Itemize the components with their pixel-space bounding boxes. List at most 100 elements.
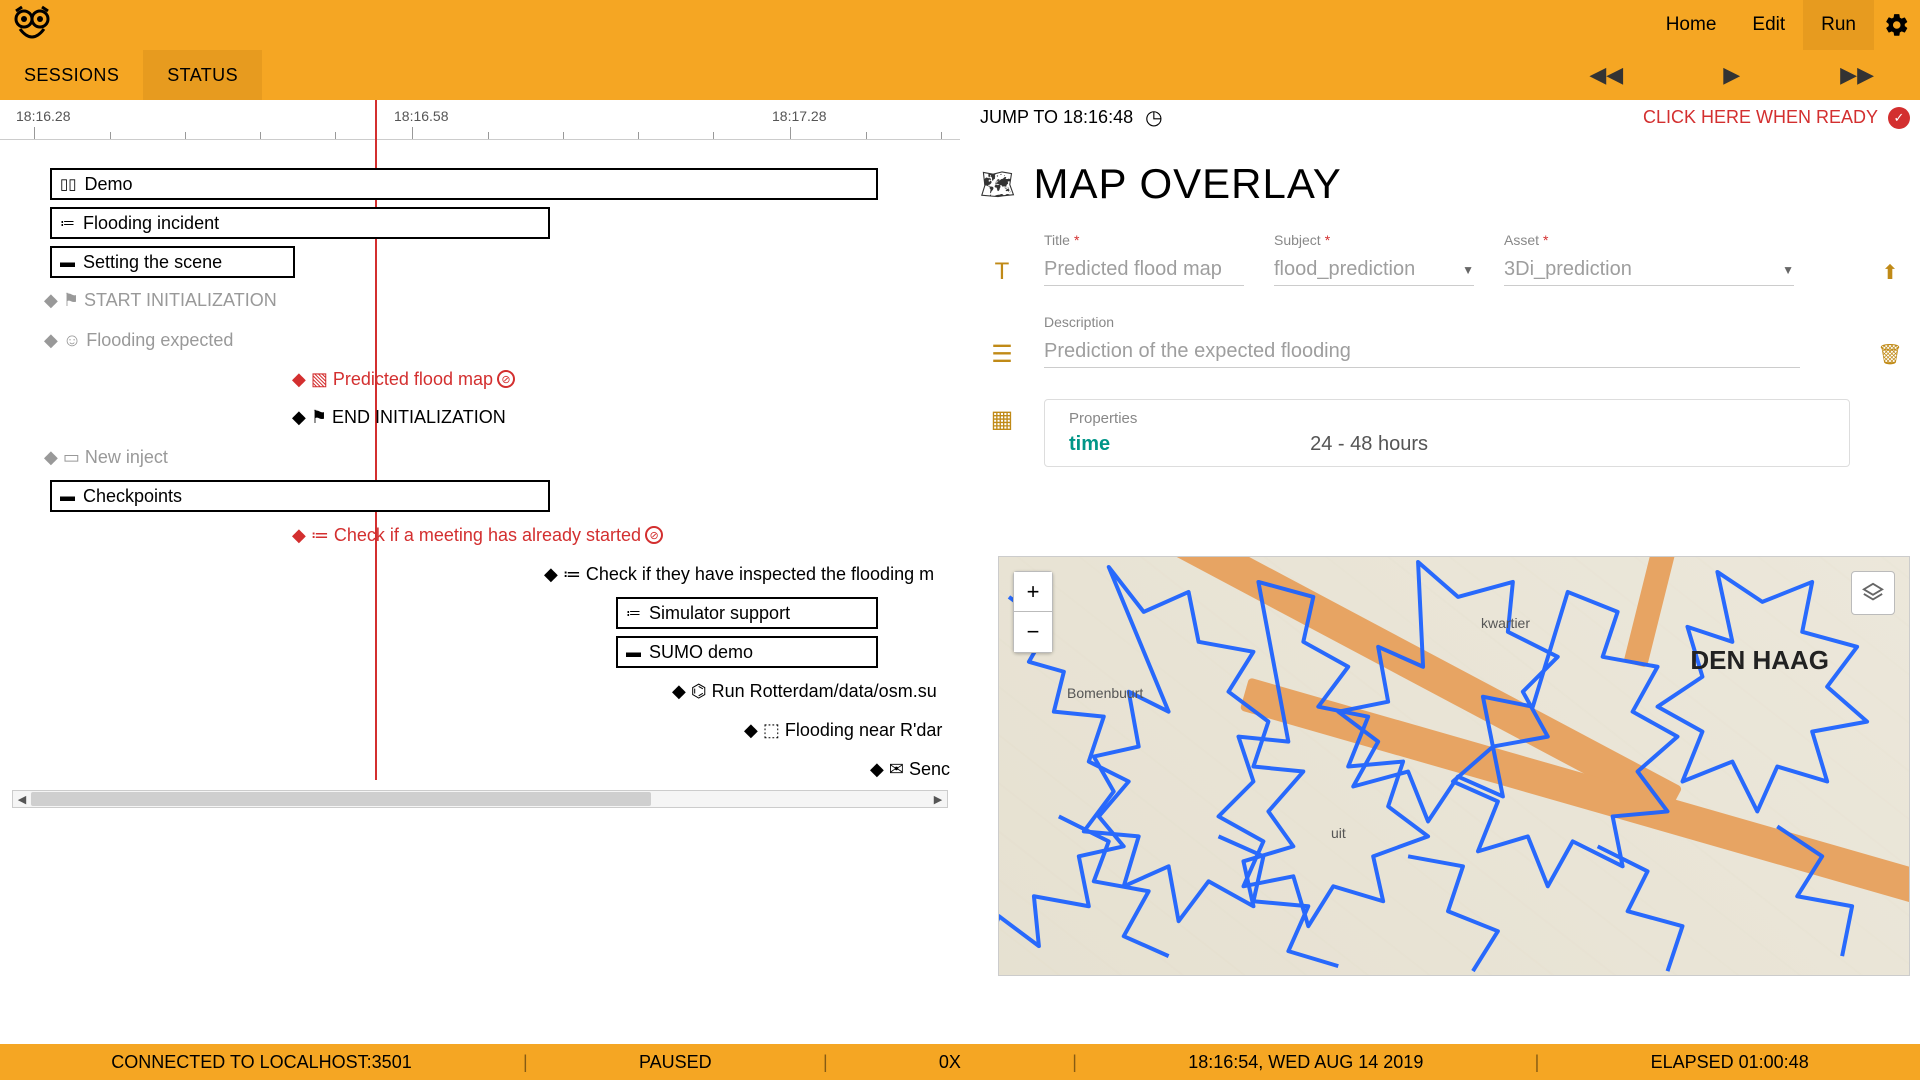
message-icon: ▭ <box>63 447 80 468</box>
bar-setting-scene[interactable]: ▬ Setting the scene <box>50 246 295 278</box>
list-icon: ≔ <box>626 604 641 622</box>
geo-icon: ⬚ <box>763 720 780 741</box>
properties-icon: ▦ <box>980 405 1024 467</box>
item-check-meeting[interactable]: Check if a meeting has already started <box>334 525 641 546</box>
bar-label: Simulator support <box>649 603 790 624</box>
title-input[interactable]: Predicted flood map <box>1044 254 1244 286</box>
zoom-out-button[interactable]: − <box>1014 612 1052 652</box>
diamond-icon: ◆ <box>292 369 306 390</box>
diamond-icon: ◆ <box>544 564 558 585</box>
rewind-icon[interactable]: ◀◀ <box>1589 62 1623 88</box>
status-elapsed: ELAPSED 01:00:48 <box>1651 1052 1809 1073</box>
property-key: time <box>1069 433 1110 456</box>
bar-label: Flooding incident <box>83 213 219 234</box>
chevron-down-icon: ▼ <box>1782 263 1794 277</box>
item-predicted-flood-map[interactable]: Predicted flood map <box>333 369 493 390</box>
person-icon: ☺ <box>63 330 81 351</box>
asset-select[interactable]: 3Di_prediction▼ <box>1504 254 1794 286</box>
item-send[interactable]: Senc <box>909 759 950 780</box>
properties-box: Properties time 24 - 48 hours <box>1044 399 1850 467</box>
item-run-rotterdam[interactable]: Run Rotterdam/data/osm.su <box>712 681 937 702</box>
skip-icon: ⊘ <box>645 526 663 544</box>
play-icon[interactable]: ▶ <box>1723 62 1740 88</box>
bar-demo[interactable]: ▯▯ Demo <box>50 168 878 200</box>
db-icon: ⌬ <box>691 681 707 702</box>
item-flood-near-rdam[interactable]: Flooding near R'dar <box>785 720 943 741</box>
timeline-axis: 18:16.28 18:16.58 18:17.28 <box>0 100 960 140</box>
bar-sumo-demo[interactable]: ▬ SUMO demo <box>616 636 878 668</box>
screen-icon: ▬ <box>626 644 641 661</box>
bar-label: Checkpoints <box>83 486 182 507</box>
item-new-inject[interactable]: New inject <box>85 447 168 468</box>
app-logo <box>8 1 56 49</box>
bar-simulator-support[interactable]: ≔ Simulator support <box>616 597 878 629</box>
status-time: 18:16:54, WED AUG 14 2019 <box>1188 1052 1423 1073</box>
nav-run[interactable]: Run <box>1803 0 1874 50</box>
bar-flooding-incident[interactable]: ≔Flooding incident <box>50 207 550 239</box>
timeline-scrollbar[interactable]: ◀ ▶ <box>12 790 948 808</box>
screen-icon: ▬ <box>60 254 75 271</box>
scroll-right-icon[interactable]: ▶ <box>929 793 947 806</box>
status-bar: CONNECTED TO LOCALHOST:3501| PAUSED| 0X|… <box>0 1044 1920 1080</box>
map-icon: ▧ <box>311 369 328 390</box>
diamond-icon: ◆ <box>44 447 58 468</box>
diamond-icon: ◆ <box>44 290 58 311</box>
nav-home[interactable]: Home <box>1648 0 1735 50</box>
map-district-label: uit <box>1331 825 1346 841</box>
timeline-gantt: ▯▯Demo ≔Flooding incident ▬Setting the s… <box>0 150 960 790</box>
tab-status[interactable]: STATUS <box>143 50 262 100</box>
property-value: 24 - 48 hours <box>1310 433 1428 456</box>
gear-icon[interactable] <box>1874 0 1920 50</box>
tab-sessions[interactable]: SESSIONS <box>0 50 143 100</box>
map-view[interactable]: DEN HAAG Bomenbuurt kwartier uit + − <box>998 556 1910 976</box>
screen-icon: ▬ <box>60 488 75 505</box>
bar-label: Setting the scene <box>83 252 222 273</box>
item-check-inspect[interactable]: Check if they have inspected the floodin… <box>586 564 934 585</box>
status-state: PAUSED <box>639 1052 712 1073</box>
flood-overlay <box>999 557 1909 976</box>
map-district-label: kwartier <box>1481 615 1530 631</box>
map-layers-button[interactable] <box>1851 571 1895 615</box>
subject-select[interactable]: flood_prediction▼ <box>1274 254 1474 286</box>
delete-icon[interactable]: 🗑︎ <box>1870 342 1910 369</box>
description-label: Description <box>1044 314 1800 330</box>
status-connection: CONNECTED TO LOCALHOST:3501 <box>111 1052 411 1073</box>
axis-tick-3: 18:17.28 <box>772 108 827 124</box>
check-icon: ≔ <box>563 564 581 585</box>
axis-tick-2: 18:16.58 <box>394 108 449 124</box>
scroll-thumb[interactable] <box>31 792 651 806</box>
diamond-icon: ◆ <box>870 759 884 780</box>
asset-label: Asset* <box>1504 232 1794 248</box>
nav-edit[interactable]: Edit <box>1734 0 1803 50</box>
panel-title: MAP OVERLAY <box>1034 160 1342 208</box>
map-district-label: Bomenbuurt <box>1067 685 1143 701</box>
jump-to-time[interactable]: JUMP TO 18:16:48 <box>980 107 1133 128</box>
description-icon: ☰ <box>980 340 1024 369</box>
tab-bar: SESSIONS STATUS ◀◀ ▶ ▶▶ <box>0 50 1920 100</box>
flag-icon: ⚑ <box>311 407 327 428</box>
skip-icon: ⊘ <box>497 370 515 388</box>
zoom-in-button[interactable]: + <box>1014 572 1052 612</box>
map-icon: 🗺 <box>980 168 1016 201</box>
description-input[interactable]: Prediction of the expected flooding <box>1044 336 1800 368</box>
bar-checkpoints[interactable]: ▬ Checkpoints <box>50 480 550 512</box>
bar-label: Demo <box>85 174 133 195</box>
ready-label: CLICK HERE WHEN READY <box>1643 107 1878 128</box>
text-icon: T <box>980 258 1024 286</box>
ready-button[interactable]: CLICK HERE WHEN READY ✓ <box>1643 107 1910 129</box>
diamond-icon: ◆ <box>292 407 306 428</box>
flag-icon: ⚑ <box>63 290 79 311</box>
book-icon: ▯▯ <box>60 175 77 193</box>
scroll-left-icon[interactable]: ◀ <box>13 793 31 806</box>
item-end-init[interactable]: END INITIALIZATION <box>332 407 506 428</box>
clock-icon[interactable]: ◷ <box>1145 105 1162 130</box>
title-label: Title* <box>1044 232 1244 248</box>
fast-forward-icon[interactable]: ▶▶ <box>1840 62 1874 88</box>
subject-label: Subject* <box>1274 232 1474 248</box>
item-start-init[interactable]: START INITIALIZATION <box>84 290 277 311</box>
axis-tick-1: 18:16.28 <box>16 108 71 124</box>
diamond-icon: ◆ <box>292 525 306 546</box>
bar-label: SUMO demo <box>649 642 753 663</box>
item-flooding-expected[interactable]: Flooding expected <box>86 330 233 351</box>
upload-icon[interactable]: ⬆︎ <box>1870 260 1910 286</box>
